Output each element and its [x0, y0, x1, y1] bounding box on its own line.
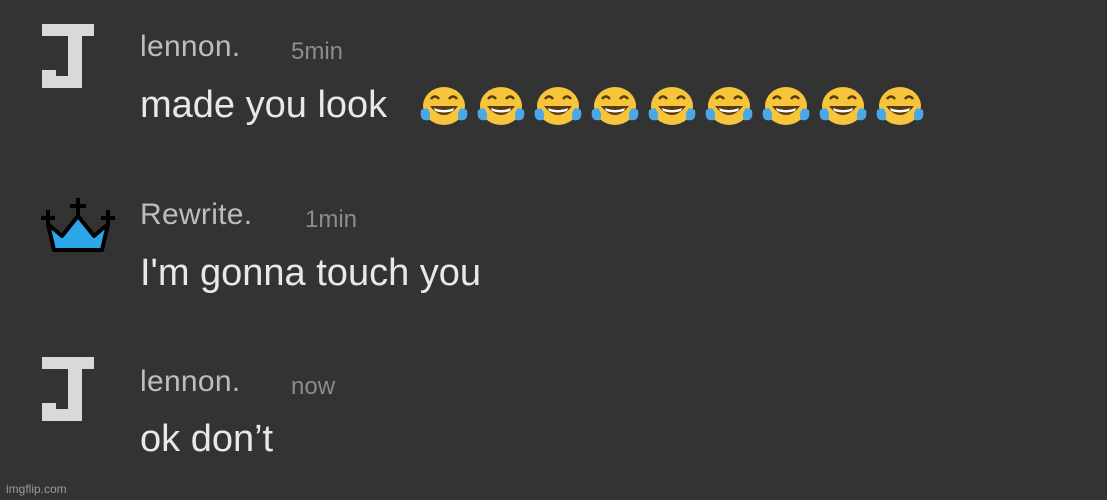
username[interactable]: lennon. — [140, 365, 241, 399]
message-text: I'm gonna touch you — [140, 252, 482, 294]
watermark: imgflip.com — [6, 482, 67, 496]
letter-j-avatar-icon[interactable] — [38, 353, 118, 433]
timestamp: now — [291, 373, 336, 400]
crown-avatar-icon[interactable] — [40, 198, 120, 278]
chat-message: lennon. now ok don’t — [0, 0, 1107, 460]
message-text: ok don’t — [140, 418, 274, 460]
timestamp: 1min — [305, 206, 358, 233]
username[interactable]: Rewrite. — [140, 198, 252, 232]
